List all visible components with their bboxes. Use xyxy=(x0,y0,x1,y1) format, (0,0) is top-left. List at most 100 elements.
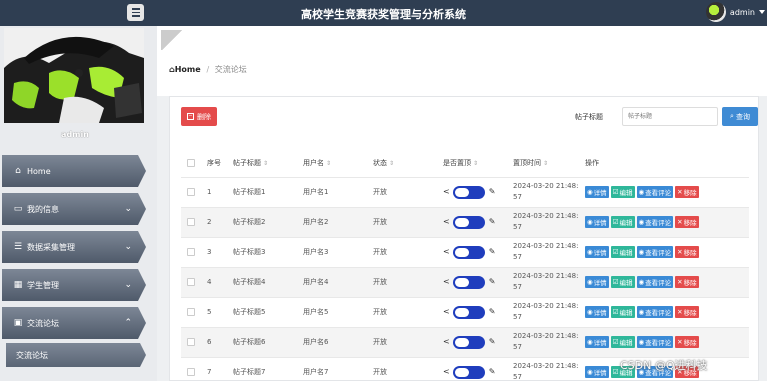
pencil-icon[interactable]: ✎ xyxy=(489,217,496,226)
row-checkbox[interactable] xyxy=(187,218,195,226)
header-status[interactable]: 状态 ⇕ xyxy=(373,149,443,178)
row-checkbox[interactable] xyxy=(187,248,195,256)
row-checkbox[interactable] xyxy=(187,188,195,196)
pencil-icon[interactable]: ✎ xyxy=(489,277,496,286)
detail-button[interactable]: ◉ 详情 xyxy=(585,246,609,258)
close-icon: ✕ xyxy=(677,308,683,316)
search-input[interactable] xyxy=(622,107,718,126)
pinned-toggle[interactable] xyxy=(452,335,485,349)
row-actions: ◉ 详情 ☑ 编辑 ◉ 查看评论 ✕ 移除 xyxy=(585,327,749,358)
row-checkbox[interactable] xyxy=(187,338,195,346)
view-comments-button[interactable]: ◉ 查看评论 xyxy=(636,336,674,348)
row-status: 开放 xyxy=(373,267,443,298)
pinned-toggle[interactable] xyxy=(452,365,485,379)
search-button[interactable]: ⌕ 查询 xyxy=(722,107,758,126)
sidebar-item-label: 交流论坛 xyxy=(27,318,59,328)
detail-button[interactable]: ◉ 详情 xyxy=(585,276,609,288)
main-content: ⌂Home / 交流论坛 − 删除 帖子标题 ⌕ 查询 序号 帖子标题⇕ 用户名… xyxy=(157,26,767,381)
sidebar-item-my-info[interactable]: ▭ 我的信息 ⌄ xyxy=(2,193,146,225)
eye-icon: ◉ xyxy=(587,308,593,316)
chevron-down-icon: ⌄ xyxy=(124,204,132,214)
view-comments-button[interactable]: ◉ 查看评论 xyxy=(636,216,674,228)
close-icon: ✕ xyxy=(677,248,683,256)
breadcrumb-home[interactable]: ⌂Home xyxy=(169,65,203,74)
pinned-toggle[interactable] xyxy=(452,185,485,199)
row-title: 帖子标题1 xyxy=(233,177,303,208)
view-comments-button[interactable]: ◉ 查看评论 xyxy=(636,306,674,318)
pinned-toggle[interactable] xyxy=(452,245,485,259)
edit-button[interactable]: ☑ 编辑 xyxy=(610,246,635,258)
sort-icon: ⇕ xyxy=(473,159,479,167)
row-user: 用户名1 xyxy=(303,177,373,208)
view-comments-button[interactable]: ◉ 查看评论 xyxy=(636,276,674,288)
row-checkbox[interactable] xyxy=(187,308,195,316)
remove-button[interactable]: ✕ 移除 xyxy=(675,216,699,228)
row-user: 用户名2 xyxy=(303,207,373,238)
eye-icon: ◉ xyxy=(587,248,593,256)
remove-button[interactable]: ✕ 移除 xyxy=(675,336,699,348)
select-all-checkbox[interactable] xyxy=(187,158,195,167)
table-row: 5 帖子标题5 用户名5 开放 < ✎ 2024-03-20 21:48: 57 ◉ 详情 ☑ 编辑 ◉… xyxy=(181,297,749,328)
profile-name: admin xyxy=(61,130,89,139)
pinned-toggle[interactable] xyxy=(452,305,485,319)
sidebar-item-data-collection[interactable]: ☰ 数据采集管理 ⌄ xyxy=(2,231,146,263)
pencil-icon[interactable]: ✎ xyxy=(489,307,496,316)
pinned-toggle[interactable] xyxy=(452,275,485,289)
row-status: 开放 xyxy=(373,207,443,238)
share-icon[interactable]: < xyxy=(443,277,450,286)
row-pinned-time: 2024-03-20 21:48: 57 xyxy=(513,267,585,298)
chevron-down-icon: ⌄ xyxy=(124,280,132,290)
edit-button[interactable]: ☑ 编辑 xyxy=(610,216,635,228)
row-select-cell xyxy=(181,267,207,298)
row-select-cell xyxy=(181,237,207,268)
row-index: 2 xyxy=(207,207,233,238)
edit-button[interactable]: ☑ 编辑 xyxy=(610,186,635,198)
detail-button[interactable]: ◉ 详情 xyxy=(585,216,609,228)
breadcrumb-separator: / xyxy=(206,65,210,74)
pencil-icon[interactable]: ✎ xyxy=(489,187,496,196)
header-pinned-time[interactable]: 置顶时间 ⇕ xyxy=(513,149,585,178)
share-icon[interactable]: < xyxy=(443,187,450,196)
share-icon[interactable]: < xyxy=(443,247,450,256)
edit-button[interactable]: ☑ 编辑 xyxy=(610,336,635,348)
edit-button[interactable]: ☑ 编辑 xyxy=(610,306,635,318)
pinned-toggle[interactable] xyxy=(452,215,485,229)
detail-button[interactable]: ◉ 详情 xyxy=(585,366,609,378)
sidebar-item-home[interactable]: ⌂ Home xyxy=(2,155,146,187)
pencil-icon[interactable]: ✎ xyxy=(489,367,496,376)
view-comments-button[interactable]: ◉ 查看评论 xyxy=(636,246,674,258)
share-icon[interactable]: < xyxy=(443,307,450,316)
sidebar-subitem-forum[interactable]: 交流论坛 xyxy=(6,343,146,367)
header-pinned[interactable]: 是否置顶 ⇕ xyxy=(443,149,513,178)
edit-button[interactable]: ☑ 编辑 xyxy=(610,276,635,288)
pencil-icon[interactable]: ✎ xyxy=(489,337,496,346)
row-select-cell xyxy=(181,177,207,208)
share-icon[interactable]: < xyxy=(443,337,450,346)
header-user[interactable]: 用户名 ⇕ xyxy=(303,149,373,178)
pencil-icon[interactable]: ✎ xyxy=(489,247,496,256)
close-icon: ✕ xyxy=(677,278,683,286)
share-icon[interactable]: < xyxy=(443,217,450,226)
detail-button[interactable]: ◉ 详情 xyxy=(585,336,609,348)
share-icon[interactable]: < xyxy=(443,367,450,376)
sort-icon: ⇕ xyxy=(326,159,332,167)
eye-icon: ◉ xyxy=(587,278,593,286)
delete-button[interactable]: − 删除 xyxy=(181,107,217,126)
remove-button[interactable]: ✕ 移除 xyxy=(675,186,699,198)
profile-image xyxy=(4,28,144,123)
user-menu[interactable]: admin xyxy=(705,2,765,22)
row-index: 5 xyxy=(207,297,233,328)
header-title[interactable]: 帖子标题 ⇕ xyxy=(233,149,303,178)
sidebar-item-forum[interactable]: ▣ 交流论坛 ⌃ xyxy=(2,307,146,339)
sidebar-item-student-management[interactable]: ▦ 学生管理 ⌄ xyxy=(2,269,146,301)
sidebar-item-label: 学生管理 xyxy=(27,280,59,290)
remove-button[interactable]: ✕ 移除 xyxy=(675,276,699,288)
view-comments-button[interactable]: ◉ 查看评论 xyxy=(636,186,674,198)
remove-button[interactable]: ✕ 移除 xyxy=(675,306,699,318)
detail-button[interactable]: ◉ 详情 xyxy=(585,186,609,198)
row-checkbox[interactable] xyxy=(187,368,195,376)
row-checkbox[interactable] xyxy=(187,278,195,286)
remove-button[interactable]: ✕ 移除 xyxy=(675,246,699,258)
page-header: ⌂Home / 交流论坛 xyxy=(157,26,767,96)
detail-button[interactable]: ◉ 详情 xyxy=(585,306,609,318)
